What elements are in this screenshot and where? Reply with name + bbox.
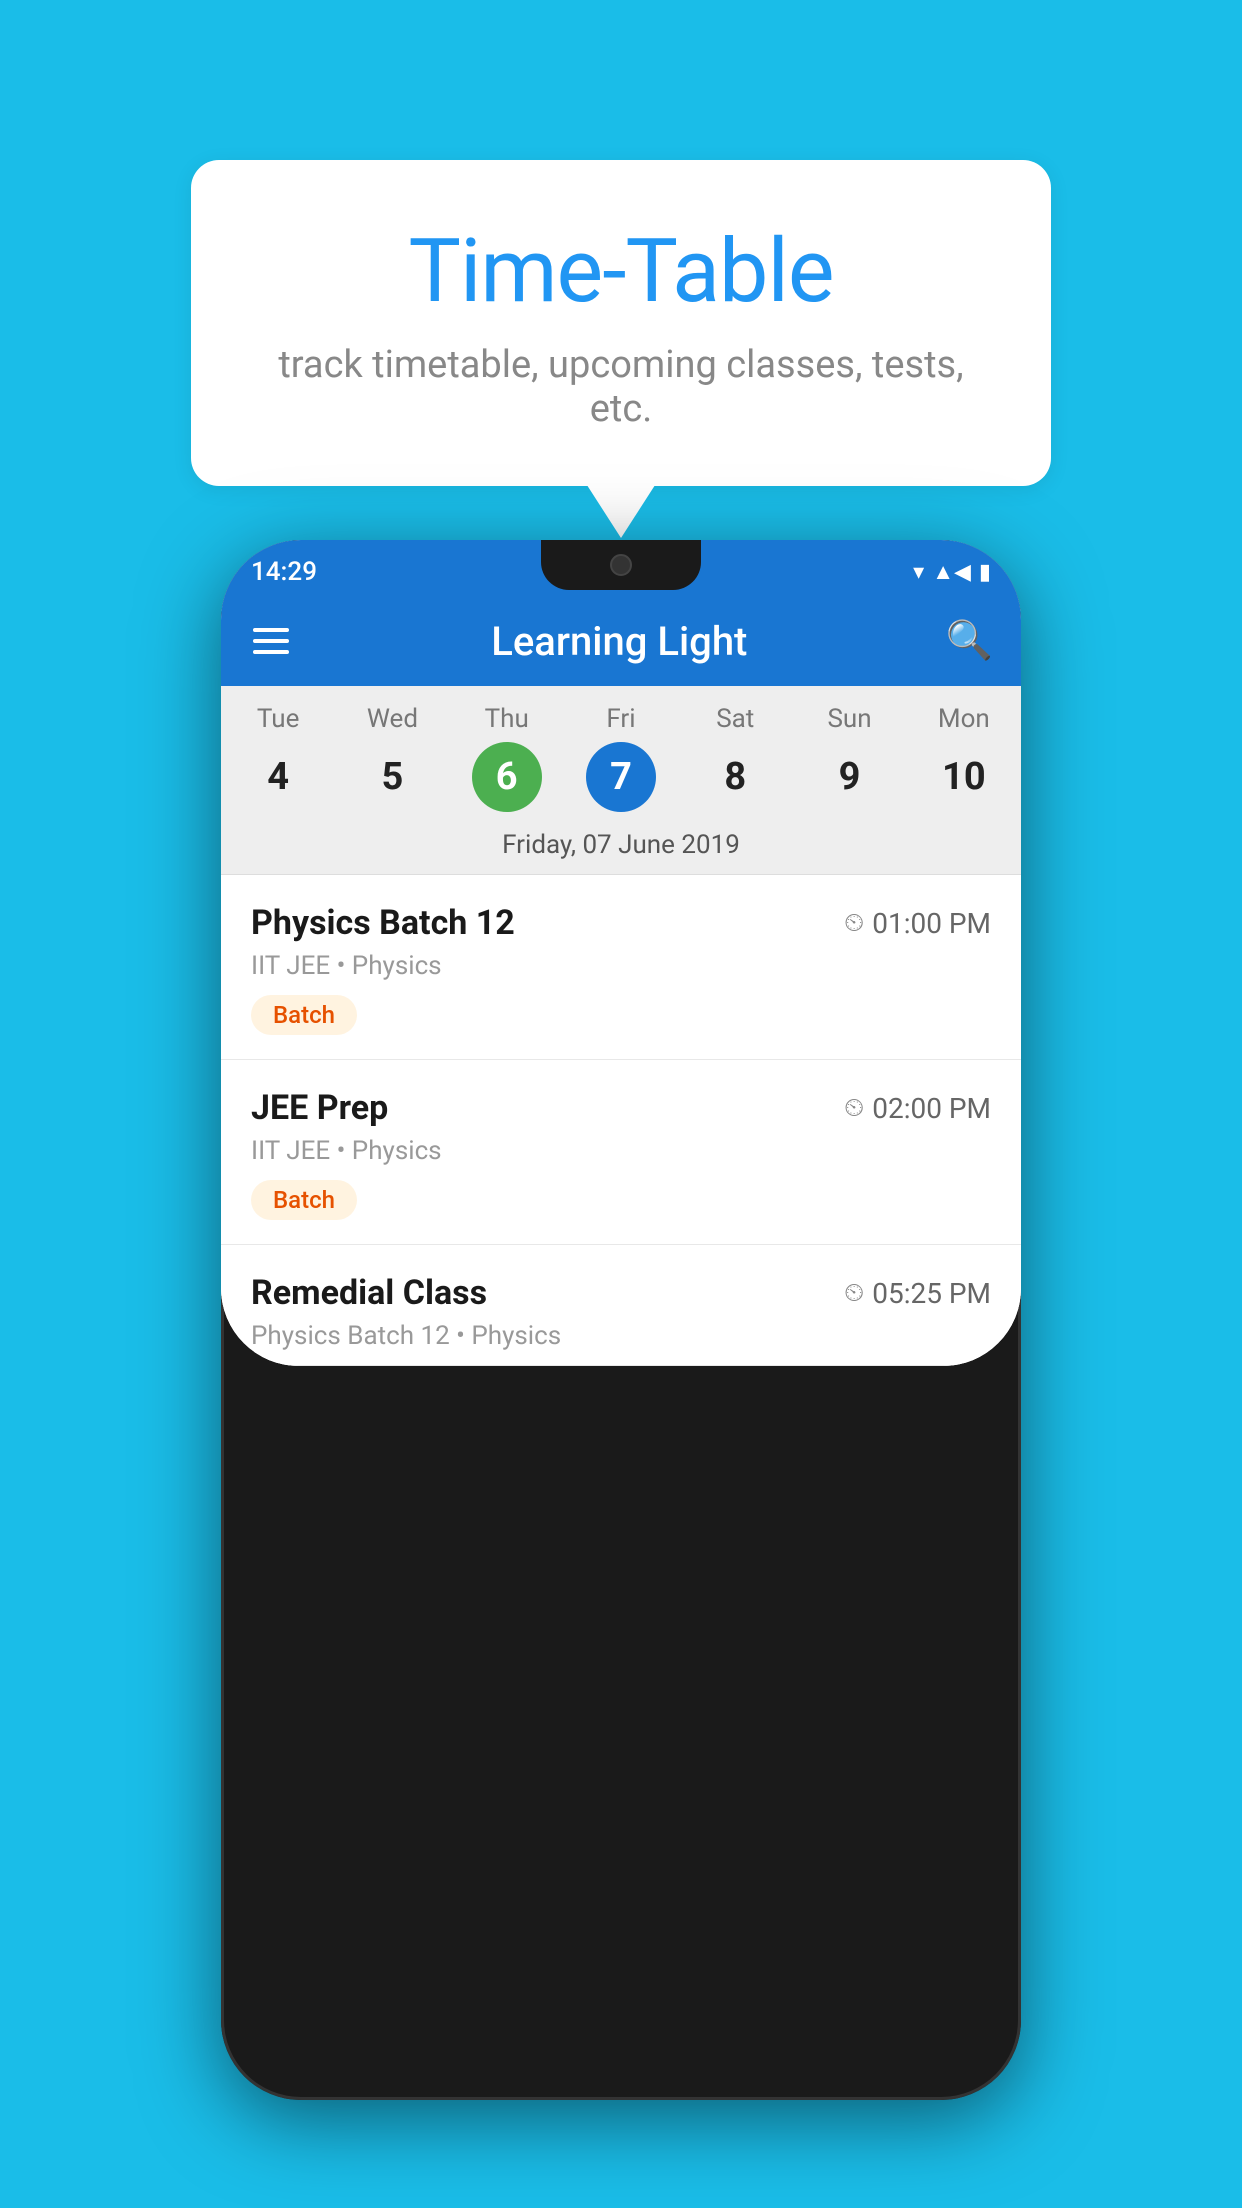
app-title: Learning Light <box>313 618 926 665</box>
signal-icon: ▲◀ <box>932 559 971 585</box>
phone-frame: 14:29 ▾ ▲◀ ▮ Learning Light 🔍 <box>221 540 1021 2100</box>
day-number[interactable]: 6 <box>472 742 542 812</box>
day-number[interactable]: 5 <box>357 742 427 812</box>
clock-icon: ⏲ <box>844 1093 864 1124</box>
schedule-item-header: Remedial Class ⏲ 05:25 PM <box>251 1273 991 1313</box>
speech-bubble-subtitle: track timetable, upcoming classes, tests… <box>251 343 991 431</box>
day-number[interactable]: 9 <box>815 742 885 812</box>
schedule-item-time: ⏲ 02:00 PM <box>844 1092 991 1125</box>
week-day-col-wed[interactable]: Wed 5 <box>335 704 449 812</box>
week-day-col-thu[interactable]: Thu 6 <box>450 704 564 812</box>
schedule-item-title: Physics Batch 12 <box>251 903 515 943</box>
hamburger-line-3 <box>253 650 289 654</box>
hamburger-line-2 <box>253 639 289 643</box>
day-label: Thu <box>485 704 529 734</box>
week-day-col-tue[interactable]: Tue 4 <box>221 704 335 812</box>
week-day-col-sat[interactable]: Sat 8 <box>678 704 792 812</box>
day-label: Wed <box>367 704 418 734</box>
schedule-item-1[interactable]: JEE Prep ⏲ 02:00 PM IIT JEE • Physics Ba… <box>221 1060 1021 1245</box>
speech-bubble-title: Time-Table <box>251 220 991 323</box>
batch-badge: Batch <box>251 1180 357 1220</box>
schedule-item-subtitle: Physics Batch 12 • Physics <box>251 1321 991 1351</box>
week-day-col-sun[interactable]: Sun 9 <box>792 704 906 812</box>
schedule-item-title: JEE Prep <box>251 1088 388 1128</box>
day-label: Fri <box>606 704 635 734</box>
batch-badge: Batch <box>251 995 357 1035</box>
day-number[interactable]: 7 <box>586 742 656 812</box>
hamburger-line-1 <box>253 628 289 632</box>
selected-date-label: Friday, 07 June 2019 <box>221 820 1021 875</box>
week-day-col-mon[interactable]: Mon 10 <box>907 704 1021 812</box>
speech-bubble: Time-Table track timetable, upcoming cla… <box>191 160 1051 486</box>
schedule-item-2[interactable]: Remedial Class ⏲ 05:25 PM Physics Batch … <box>221 1245 1021 1366</box>
search-icon[interactable]: 🔍 <box>946 619 993 663</box>
phone-notch <box>541 540 701 590</box>
schedule-item-title: Remedial Class <box>251 1273 487 1313</box>
day-number[interactable]: 10 <box>929 742 999 812</box>
week-days-row: Tue 4 Wed 5 Thu 6 Fri 7 Sat 8 Sun 9 Mon 10 <box>221 686 1021 820</box>
week-day-col-fri[interactable]: Fri 7 <box>564 704 678 812</box>
calendar-section: Tue 4 Wed 5 Thu 6 Fri 7 Sat 8 Sun 9 Mon 10 Friday, 07… <box>221 686 1021 875</box>
schedule-item-header: JEE Prep ⏲ 02:00 PM <box>251 1088 991 1128</box>
status-icons: ▾ ▲◀ ▮ <box>913 559 991 585</box>
schedule-item-subtitle: IIT JEE • Physics <box>251 1136 991 1166</box>
phone-container: 14:29 ▾ ▲◀ ▮ Learning Light 🔍 <box>221 540 1021 2100</box>
wifi-icon: ▾ <box>913 560 924 585</box>
day-label: Mon <box>938 704 990 734</box>
schedule-item-time: ⏲ 01:00 PM <box>844 907 991 940</box>
phone-screen: 14:29 ▾ ▲◀ ▮ Learning Light 🔍 <box>221 540 1021 1366</box>
clock-icon: ⏲ <box>844 1278 864 1309</box>
schedule-item-header: Physics Batch 12 ⏲ 01:00 PM <box>251 903 991 943</box>
schedule-list: Physics Batch 12 ⏲ 01:00 PM IIT JEE • Ph… <box>221 875 1021 1366</box>
schedule-item-subtitle: IIT JEE • Physics <box>251 951 991 981</box>
status-time: 14:29 <box>251 557 317 587</box>
top-section: Time-Table track timetable, upcoming cla… <box>0 0 1242 486</box>
schedule-item-time: ⏲ 05:25 PM <box>844 1277 991 1310</box>
app-bar: Learning Light 🔍 <box>221 596 1021 686</box>
phone-camera <box>610 554 632 576</box>
clock-icon: ⏲ <box>844 908 864 939</box>
menu-icon[interactable] <box>249 624 293 658</box>
battery-icon: ▮ <box>979 560 991 585</box>
day-label: Sun <box>827 704 871 734</box>
day-number[interactable]: 4 <box>243 742 313 812</box>
schedule-item-0[interactable]: Physics Batch 12 ⏲ 01:00 PM IIT JEE • Ph… <box>221 875 1021 1060</box>
day-number[interactable]: 8 <box>700 742 770 812</box>
day-label: Sat <box>716 704 754 734</box>
day-label: Tue <box>257 704 299 734</box>
